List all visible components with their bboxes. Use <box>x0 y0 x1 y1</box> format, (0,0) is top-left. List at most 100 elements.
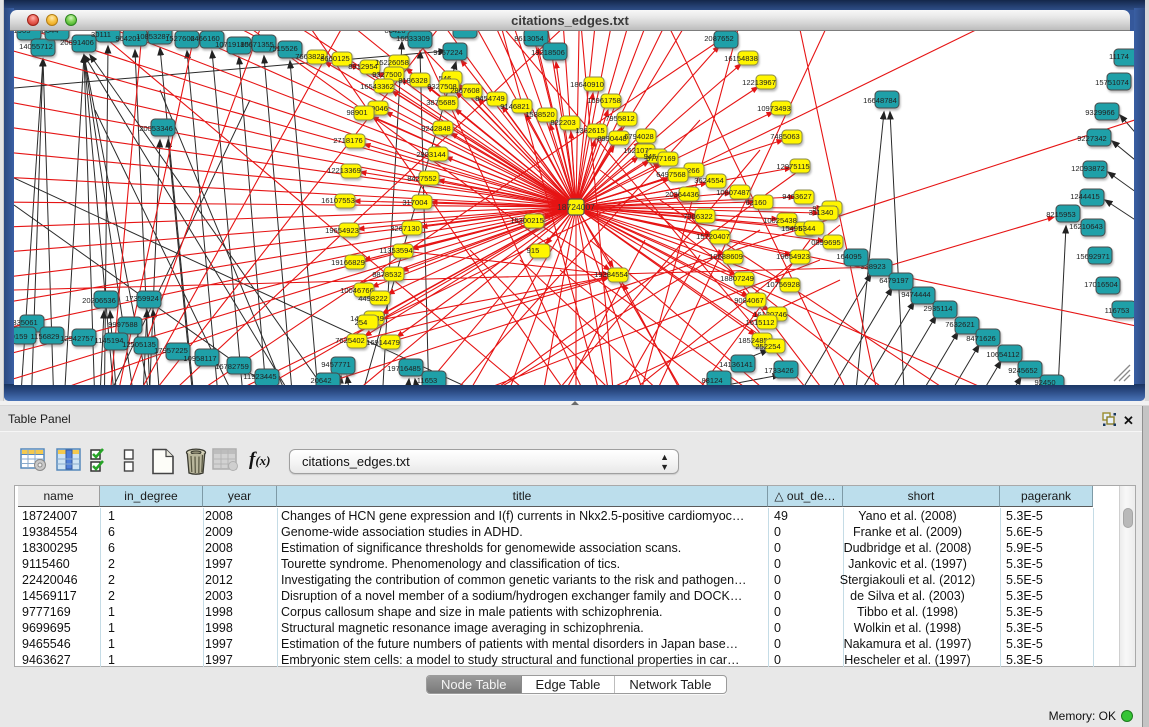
svg-text:7515526: 7515526 <box>268 44 298 53</box>
svg-text:116753: 116753 <box>1105 306 1130 315</box>
svg-text:11653: 11653 <box>417 376 438 385</box>
svg-text:8660125: 8660125 <box>320 54 350 63</box>
svg-text:19654923: 19654923 <box>776 252 810 261</box>
svg-text:18724007: 18724007 <box>557 202 595 212</box>
svg-text:11923445: 11923445 <box>243 372 276 381</box>
svg-text:9084067: 9084067 <box>734 296 764 305</box>
svg-text:254: 254 <box>355 318 368 327</box>
svg-text:20364436: 20364436 <box>665 190 699 199</box>
svg-text:15751074: 15751074 <box>1095 78 1129 87</box>
svg-text:16543362: 16543362 <box>360 82 394 91</box>
svg-text:12505135: 12505135 <box>122 340 156 349</box>
svg-text:3624554: 3624554 <box>694 176 724 185</box>
svg-text:311340: 311340 <box>809 208 834 217</box>
svg-text:3267130: 3267130 <box>390 224 420 233</box>
svg-text:15692971: 15692971 <box>1076 252 1110 261</box>
svg-text:8613054: 8613054 <box>514 34 544 43</box>
svg-text:1145194: 1145194 <box>95 336 124 345</box>
svg-text:1156829: 1156829 <box>31 332 60 341</box>
svg-text:14136141: 14136141 <box>719 360 753 369</box>
svg-text:15720407: 15720407 <box>696 232 730 241</box>
svg-text:7955812: 7955812 <box>605 114 635 123</box>
svg-text:12213369: 12213369 <box>327 166 361 175</box>
svg-text:16033309: 16033309 <box>396 34 430 43</box>
svg-text:20053346: 20053346 <box>139 124 173 133</box>
svg-text:16782759: 16782759 <box>215 362 249 371</box>
svg-text:9329966: 9329966 <box>1085 108 1115 117</box>
svg-text:2718176: 2718176 <box>333 136 363 145</box>
svg-text:1244415: 1244415 <box>1070 192 1100 201</box>
svg-text:10756928: 10756928 <box>766 280 800 289</box>
svg-text:12942757: 12942757 <box>60 334 94 343</box>
svg-text:16914479: 16914479 <box>366 338 400 347</box>
svg-text:1615112: 1615112 <box>746 318 775 327</box>
svg-text:20206536: 20206536 <box>82 296 116 305</box>
svg-text:8471626: 8471626 <box>966 334 996 343</box>
svg-text:9242848: 9242848 <box>421 124 451 133</box>
svg-text:20691406: 20691406 <box>60 38 94 47</box>
svg-text:335061: 335061 <box>14 318 38 327</box>
svg-text:10654112: 10654112 <box>986 350 1019 359</box>
svg-text:8990448: 8990448 <box>597 134 627 143</box>
svg-text:8215953: 8215953 <box>1046 210 1076 219</box>
svg-text:2803144: 2803144 <box>416 150 446 159</box>
svg-text:30111: 30111 <box>91 31 111 39</box>
svg-text:252254: 252254 <box>755 342 780 351</box>
svg-text:7986322: 7986322 <box>683 212 713 221</box>
svg-text:92450: 92450 <box>1034 378 1055 385</box>
svg-text:1905: 1905 <box>14 31 30 35</box>
svg-text:9357224: 9357224 <box>433 48 463 57</box>
svg-text:6794028: 6794028 <box>624 132 654 141</box>
svg-text:9227342: 9227342 <box>1077 134 1107 143</box>
svg-text:2087652: 2087652 <box>704 34 734 43</box>
svg-text:16210643: 16210643 <box>1069 222 1103 231</box>
svg-text:12213967: 12213967 <box>742 78 776 87</box>
svg-text:2935114: 2935114 <box>924 304 953 313</box>
svg-text:12975115: 12975115 <box>776 162 809 171</box>
svg-text:9997588: 9997588 <box>108 320 138 329</box>
svg-text:9245652: 9245652 <box>1008 366 1038 375</box>
svg-text:55723: 55723 <box>447 31 468 33</box>
svg-text:17016504: 17016504 <box>1084 280 1118 289</box>
svg-text:7625402: 7625402 <box>335 336 365 345</box>
svg-text:6497568: 6497568 <box>656 170 686 179</box>
svg-text:164095: 164095 <box>836 252 861 261</box>
svg-text:9474444: 9474444 <box>901 290 931 299</box>
svg-text:10973493: 10973493 <box>757 104 791 113</box>
svg-text:10807487: 10807487 <box>716 188 750 197</box>
svg-text:12093872: 12093872 <box>1071 164 1105 173</box>
svg-text:88124: 88124 <box>701 376 722 385</box>
svg-text:19716485: 19716485 <box>387 364 421 373</box>
svg-text:19218506: 19218506 <box>531 48 565 57</box>
svg-text:17359924: 17359924 <box>125 294 159 303</box>
svg-text:10688609: 10688609 <box>709 252 743 261</box>
svg-text:0899695: 0899695 <box>811 238 841 247</box>
svg-text:8878532: 8878532 <box>372 270 402 279</box>
svg-text:1733426: 1733426 <box>764 366 794 375</box>
svg-text:6479197: 6479197 <box>879 276 909 285</box>
svg-text:822203: 822203 <box>550 118 575 127</box>
svg-text:16961758: 16961758 <box>587 96 621 105</box>
svg-text:16154838: 16154838 <box>724 54 758 63</box>
svg-text:7632621: 7632621 <box>945 320 975 329</box>
svg-text:7485063: 7485063 <box>770 132 800 141</box>
svg-text:39159: 39159 <box>14 332 28 341</box>
svg-text:16107553: 16107553 <box>321 196 355 205</box>
svg-text:8186328: 8186328 <box>398 76 428 85</box>
svg-text:14055712: 14055712 <box>19 42 53 51</box>
svg-text:98901: 98901 <box>346 108 367 117</box>
svg-text:62160: 62160 <box>745 198 766 207</box>
svg-text:16648784: 16648784 <box>863 96 897 105</box>
svg-text:915: 915 <box>527 246 540 255</box>
svg-text:10958117: 10958117 <box>183 354 216 363</box>
svg-text:15300215: 15300215 <box>510 216 544 225</box>
svg-text:15226058: 15226058 <box>375 58 409 67</box>
svg-text:3875685: 3875685 <box>426 98 456 107</box>
svg-text:18807249: 18807249 <box>720 274 754 283</box>
svg-text:11353594: 11353594 <box>379 246 412 255</box>
svg-text:317004: 317004 <box>402 198 427 207</box>
svg-text:19384554: 19384554 <box>594 270 628 279</box>
svg-text:9463627: 9463627 <box>782 192 812 201</box>
svg-text:6344: 6344 <box>799 224 816 233</box>
svg-text:8644: 8644 <box>42 31 59 35</box>
